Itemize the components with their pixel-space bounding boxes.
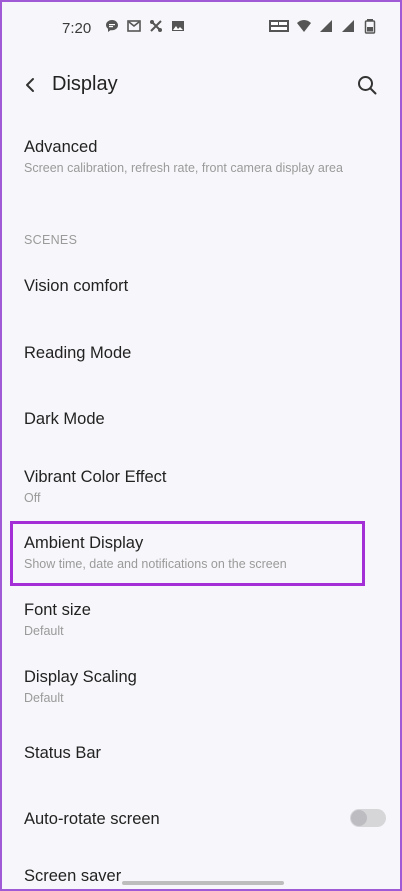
toggle-knob xyxy=(351,810,367,826)
ambient-display-title: Ambient Display xyxy=(24,534,144,552)
vibrant-color-item[interactable]: Vibrant Color Effect Off xyxy=(24,467,384,506)
status-bar-title: Status Bar xyxy=(24,744,102,762)
arrow-back-icon xyxy=(26,78,34,92)
screen-frame: 7:20 Display Advanced Screen calibration… xyxy=(0,0,402,891)
advanced-title: Advanced xyxy=(24,138,98,156)
section-header-scenes: SCENES xyxy=(24,233,78,247)
gesture-nav-handle[interactable] xyxy=(122,881,284,885)
search-icon xyxy=(358,76,377,95)
font-size-item[interactable]: Font size Default xyxy=(24,600,384,639)
dark-mode-title: Dark Mode xyxy=(24,410,105,428)
vision-comfort-title: Vision comfort xyxy=(24,277,129,295)
app-bar: Display xyxy=(2,60,400,110)
reading-mode-title: Reading Mode xyxy=(24,344,132,362)
display-scaling-subtitle: Default xyxy=(24,691,64,705)
system-icons xyxy=(268,18,378,34)
display-scaling-item[interactable]: Display Scaling Default xyxy=(24,667,384,706)
page-title: Display xyxy=(52,73,118,95)
ambient-display-item[interactable]: Ambient Display Show time, date and noti… xyxy=(24,533,384,572)
auto-rotate-toggle[interactable] xyxy=(350,809,386,827)
chat-icon xyxy=(104,18,120,34)
search-button[interactable] xyxy=(352,70,382,100)
notification-icons xyxy=(104,18,186,34)
back-button[interactable] xyxy=(16,70,46,100)
vibrant-color-subtitle: Off xyxy=(24,491,41,505)
font-size-subtitle: Default xyxy=(24,624,64,638)
wifi-icon xyxy=(296,18,312,34)
reading-mode-item[interactable]: Reading Mode xyxy=(24,343,384,363)
vision-comfort-item[interactable]: Vision comfort xyxy=(24,276,384,296)
image-icon xyxy=(170,18,186,34)
auto-rotate-title: Auto-rotate screen xyxy=(24,810,160,828)
ambient-display-subtitle: Show time, date and notifications on the… xyxy=(24,557,287,571)
display-scaling-title: Display Scaling xyxy=(24,668,137,686)
signal-icon-2 xyxy=(340,18,356,34)
status-bar: 7:20 xyxy=(2,2,400,54)
dark-mode-item[interactable]: Dark Mode xyxy=(24,409,384,429)
signal-icon xyxy=(318,18,334,34)
font-size-title: Font size xyxy=(24,601,91,619)
auto-rotate-item[interactable]: Auto-rotate screen xyxy=(24,809,324,829)
gmail-icon xyxy=(126,18,142,34)
status-bar-item[interactable]: Status Bar xyxy=(24,743,384,763)
volte-wifi-icon xyxy=(268,18,290,34)
vibrant-color-title: Vibrant Color Effect xyxy=(24,468,167,486)
advanced-item[interactable]: Advanced Screen calibration, refresh rat… xyxy=(24,137,384,176)
battery-icon xyxy=(362,18,378,34)
advanced-subtitle: Screen calibration, refresh rate, front … xyxy=(24,161,343,175)
status-time: 7:20 xyxy=(62,20,92,37)
tools-icon xyxy=(148,18,164,34)
